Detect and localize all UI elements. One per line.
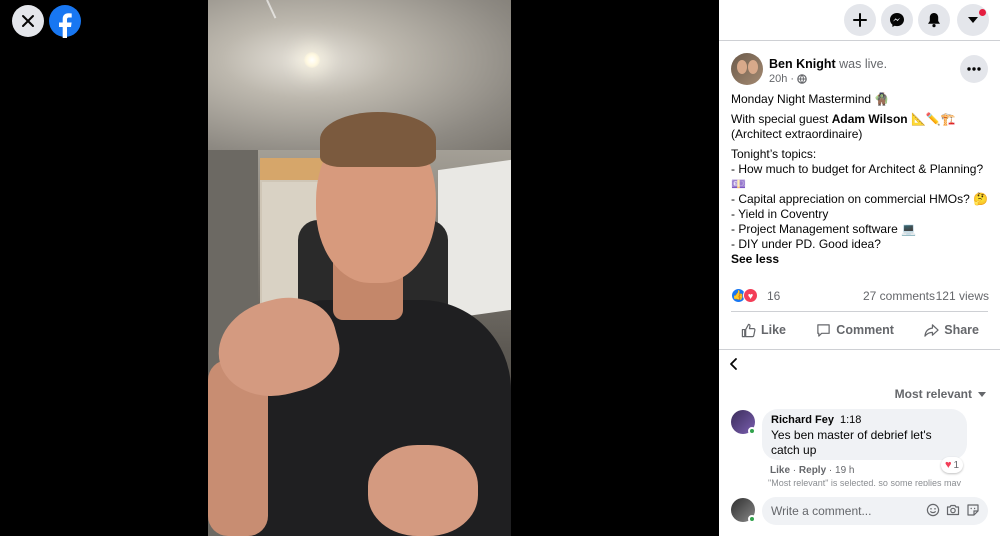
commenter-avatar[interactable] (731, 410, 756, 435)
comment-header: Richard Fey 1:18 (771, 414, 958, 426)
like-button[interactable]: Like (731, 319, 796, 342)
comment-icon (817, 323, 831, 337)
love-reaction-icon: ♥ (743, 288, 758, 303)
write-comment-input[interactable]: Write a comment... (762, 497, 988, 525)
close-button[interactable] (12, 5, 44, 37)
comment-bubble: Richard Fey 1:18 Yes ben master of debri… (762, 409, 967, 460)
messenger-icon (890, 13, 904, 27)
truncated-notice: "Most relevant" is selected, so some rep… (768, 479, 961, 486)
facebook-icon (59, 13, 72, 39)
account-menu-button[interactable] (957, 4, 989, 36)
comment-text: Yes ben master of debrief let's catch up (771, 428, 932, 457)
love-reaction-icon: ♥ (945, 459, 952, 471)
post-meta: 20h · (769, 73, 807, 85)
comment-reply-link[interactable]: Reply (799, 465, 826, 476)
close-icon (22, 15, 34, 27)
comment-age[interactable]: 19 h (835, 465, 854, 476)
share-icon (924, 323, 939, 337)
live-video[interactable] (208, 0, 511, 536)
topic-item: - Capital appreciation on commercial HMO… (731, 192, 989, 206)
comment-reaction-count: 1 (953, 459, 960, 471)
video-softbox (438, 159, 511, 321)
topic-item: - How much to budget for Architect & Pla… (731, 162, 984, 191)
chevron-left-icon (730, 358, 737, 370)
notification-dot (979, 9, 986, 16)
post-author-line: Ben Knight was live. (769, 57, 887, 71)
topic-item: - DIY under PD. Good idea? (731, 237, 881, 251)
top-nav (719, 0, 1000, 40)
comment-video-timestamp[interactable]: 1:18 (840, 414, 861, 426)
reactions-summary: 👍 ♥ 16 27 comments 121 views (731, 288, 989, 304)
header-divider (719, 40, 1000, 41)
reaction-icons[interactable]: 👍 ♥ (731, 288, 758, 303)
comment-label: Comment (836, 323, 894, 337)
comment-actions: Like · Reply · 19 h (770, 465, 855, 476)
see-less-link[interactable]: See less (731, 252, 993, 267)
online-status-indicator (748, 515, 756, 523)
comment-sort-label: Most relevant (894, 387, 972, 401)
sticker-icon[interactable] (966, 503, 980, 517)
views-count: 121 views (935, 289, 989, 303)
author-avatar[interactable] (731, 53, 763, 85)
post-guest-line: With special guest Adam Wilson 📐✏️🏗️ (Ar… (731, 112, 956, 141)
comment-button[interactable]: Comment (806, 319, 904, 342)
camera-icon[interactable] (946, 503, 960, 517)
topic-item: - Project Management software 💻 (731, 222, 917, 236)
comment-reactions[interactable]: ♥ 1 (941, 457, 964, 473)
post-options-button[interactable] (960, 55, 988, 83)
online-status-indicator (748, 427, 756, 435)
post-title: Monday Night Mastermind 🧌 (731, 92, 890, 106)
facebook-logo[interactable] (49, 5, 81, 39)
caret-down-icon (968, 17, 978, 23)
plus-icon (853, 13, 867, 27)
post-time[interactable]: 20h · (769, 73, 794, 85)
back-button[interactable] (729, 357, 739, 376)
comment-sort-dropdown[interactable]: Most relevant (895, 387, 986, 401)
more-icon (967, 67, 981, 71)
post-topics: Tonight’s topics: - How much to budget f… (731, 147, 993, 267)
commenter-name[interactable]: Richard Fey (771, 414, 834, 426)
write-comment-placeholder: Write a comment... (771, 504, 872, 518)
post-panel: Ben Knight was live. 20h · Monday Night … (719, 0, 1000, 536)
topics-heading: Tonight’s topics: (731, 147, 817, 161)
live-video-viewer (0, 0, 719, 536)
author-name[interactable]: Ben Knight (769, 57, 836, 71)
create-button[interactable] (844, 4, 876, 36)
viewer-avatar (731, 498, 756, 523)
messenger-button[interactable] (881, 4, 913, 36)
video-ceiling-light (304, 52, 320, 68)
video-person-hand (368, 445, 478, 536)
guest-name[interactable]: Adam Wilson (832, 112, 908, 126)
bell-icon (928, 13, 940, 28)
comments-count[interactable]: 27 comments (863, 289, 935, 303)
like-label: Like (761, 323, 787, 337)
topic-item: - Yield in Coventry (731, 207, 829, 221)
share-label: Share (944, 323, 979, 337)
globe-icon (797, 74, 807, 84)
chevron-down-icon (978, 391, 986, 397)
reaction-count[interactable]: 16 (767, 289, 780, 303)
actions-divider (719, 349, 1000, 350)
comment-like-link[interactable]: Like (770, 465, 790, 476)
thumbs-up-icon (741, 323, 756, 337)
live-status: was live. (839, 57, 888, 71)
comment-input-tools (926, 503, 980, 517)
video-person-hair (320, 112, 436, 167)
emoji-icon[interactable] (926, 503, 940, 517)
notifications-button[interactable] (918, 4, 950, 36)
share-button[interactable]: Share (914, 319, 989, 342)
post-body: Monday Night Mastermind 🧌 With special g… (731, 92, 993, 267)
post-actions: Like Comment Share (731, 316, 989, 344)
reactions-divider (731, 311, 988, 312)
